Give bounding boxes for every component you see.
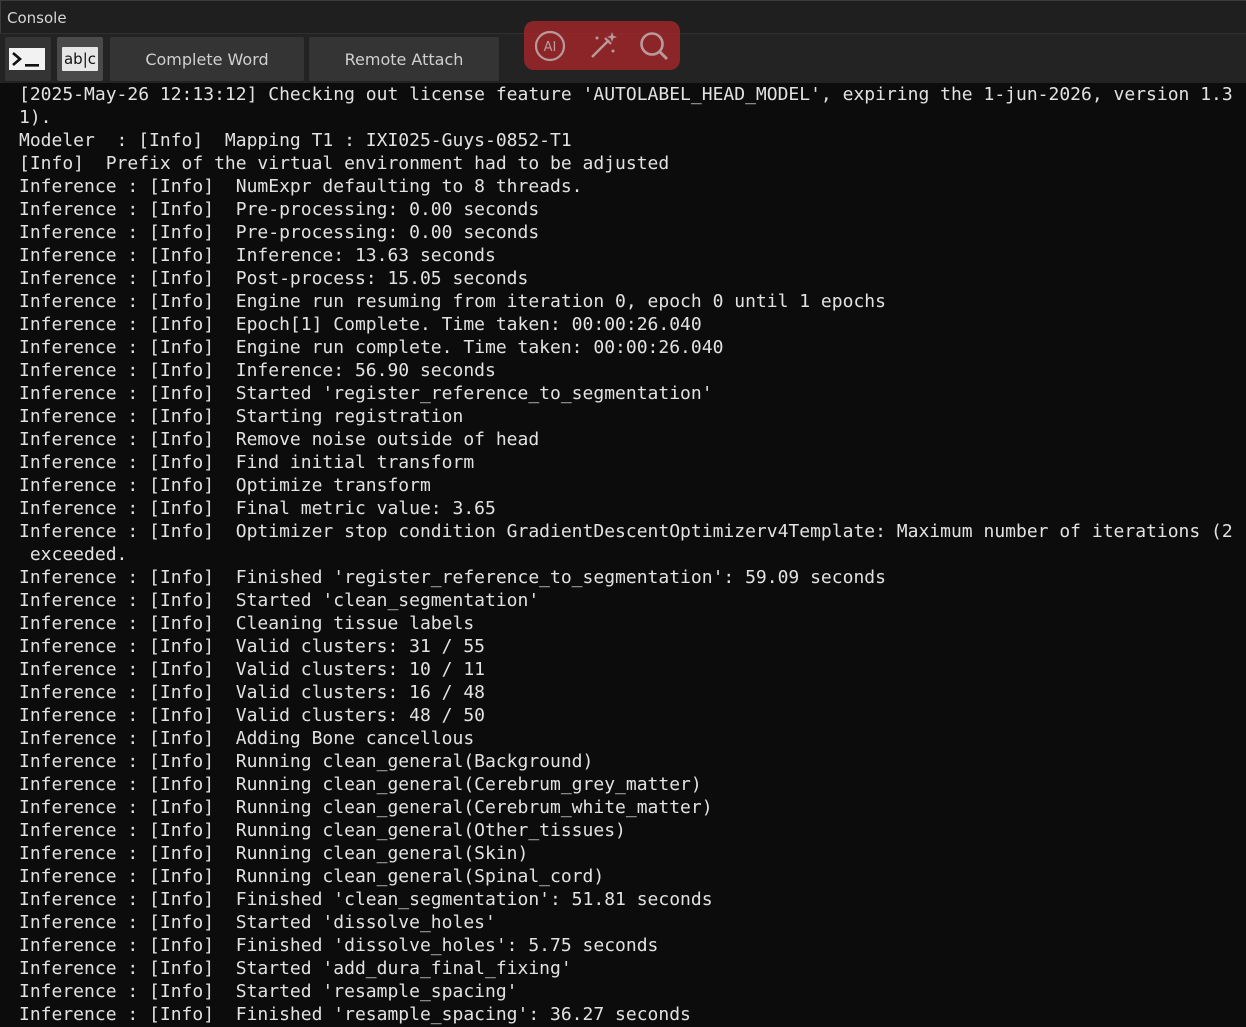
complete-word-button[interactable]: Complete Word: [110, 37, 304, 81]
console-line: Inference : [Info] Finished 'dissolve_ho…: [19, 935, 659, 956]
console-line: Inference : [Info] Started 'dissolve_hol…: [19, 912, 496, 933]
search-icon: [640, 31, 669, 60]
console-line: Inference : [Info] Adding Bone cancellou…: [19, 728, 475, 749]
console-line: Inference : [Info] NumExpr defaulting to…: [19, 176, 583, 197]
console-line: Inference : [Info] Engine run resuming f…: [19, 291, 886, 312]
console-line: Inference : [Info] Cleaning tissue label…: [19, 613, 475, 634]
console-line: Inference : [Info] Final metric value: 3…: [19, 498, 496, 519]
console-line: Inference : [Info] Running clean_general…: [19, 774, 702, 795]
console-line: Inference : [Info] Valid clusters: 10 / …: [19, 659, 485, 680]
console-line: Inference : [Info] Finished 'clean_segme…: [19, 889, 713, 910]
console-line: Inference : [Info] Starting registration: [19, 406, 464, 427]
magic-wand-button[interactable]: [585, 29, 619, 63]
search-button[interactable]: [637, 29, 671, 63]
console-line: Inference : [Info] Running clean_general…: [19, 797, 713, 818]
console-line: Inference : [Info] Engine run complete. …: [19, 337, 724, 358]
remote-attach-button[interactable]: Remote Attach: [309, 37, 499, 81]
ai-button[interactable]: AI: [533, 29, 567, 63]
ai-icon: AI: [534, 30, 566, 61]
console-line: Inference : [Info] Started 'clean_segmen…: [19, 590, 540, 611]
window-title: Console: [7, 9, 67, 27]
ai-icon-label: AI: [544, 40, 557, 55]
console-line: Inference : [Info] Epoch[1] Complete. Ti…: [19, 314, 702, 335]
console-output[interactable]: [2025-May-26 12:13:12] Checking out lice…: [0, 83, 1246, 1027]
console-line: Inference : [Info] Running clean_general…: [19, 751, 594, 772]
console-line: Inference : [Info] Valid clusters: 48 / …: [19, 705, 485, 726]
console-line: [2025-May-26 12:13:12] Checking out lice…: [19, 84, 1233, 105]
abc-icon: ab|c: [62, 47, 98, 71]
console-line: Inference : [Info] Remove noise outside …: [19, 429, 540, 450]
console-line: Inference : [Info] Valid clusters: 16 / …: [19, 682, 485, 703]
console-line: Inference : [Info] Running clean_general…: [19, 843, 529, 864]
console-line: Inference : [Info] Optimizer stop condit…: [19, 521, 1233, 542]
terminal-button[interactable]: [5, 37, 51, 81]
console-line: Inference : [Info] Running clean_general…: [19, 820, 626, 841]
magic-wand-icon: [591, 31, 617, 58]
console-line: Inference : [Info] Post-process: 15.05 s…: [19, 268, 529, 289]
console-line: 1).: [19, 107, 52, 128]
console-line: Inference : [Info] Running clean_general…: [19, 866, 605, 887]
word-wrap-button[interactable]: ab|c: [57, 37, 103, 81]
console-window: Console ab|c Complete Word Remote Attach…: [0, 0, 1246, 1027]
console-line: Inference : [Info] Inference: 56.90 seco…: [19, 360, 496, 381]
console-line: Inference : [Info] Started 'resample_spa…: [19, 981, 518, 1002]
terminal-icon: [9, 48, 45, 70]
console-line: exceeded.: [19, 544, 128, 565]
console-line: Inference : [Info] Inference: 13.63 seco…: [19, 245, 496, 266]
console-line: Inference : [Info] Started 'register_ref…: [19, 383, 713, 404]
console-line: Inference : [Info] Started 'add_dura_fin…: [19, 958, 572, 979]
console-line: Inference : [Info] Pre-processing: 0.00 …: [19, 199, 540, 220]
floating-ai-toolbar: AI: [524, 21, 680, 70]
console-line: [Info] Prefix of the virtual environment…: [19, 153, 670, 174]
console-line: Inference : [Info] Pre-processing: 0.00 …: [19, 222, 540, 243]
console-line: Inference : [Info] Valid clusters: 31 / …: [19, 636, 485, 657]
console-line: Inference : [Info] Optimize transform: [19, 475, 431, 496]
console-line: Inference : [Info] Finished 'resample_sp…: [19, 1004, 691, 1025]
console-line: Inference : [Info] Find initial transfor…: [19, 452, 475, 473]
console-line: Inference : [Info] Finished 'register_re…: [19, 567, 886, 588]
console-line: Modeler : [Info] Mapping T1 : IXI025-Guy…: [19, 130, 572, 151]
